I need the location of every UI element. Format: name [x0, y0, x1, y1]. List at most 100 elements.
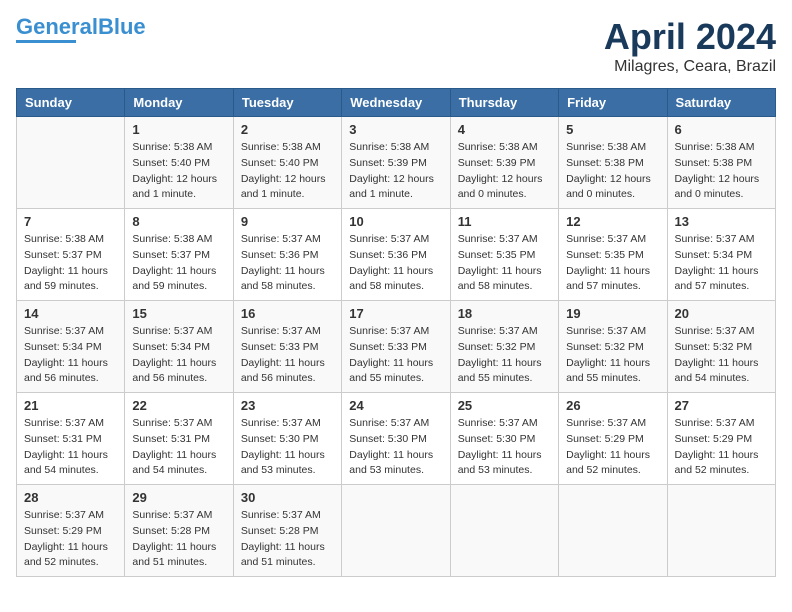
day-number: 15: [132, 306, 225, 321]
day-number: 9: [241, 214, 334, 229]
day-info: Sunrise: 5:37 AM Sunset: 5:30 PM Dayligh…: [458, 416, 551, 479]
day-info: Sunrise: 5:38 AM Sunset: 5:38 PM Dayligh…: [566, 140, 659, 203]
calendar-cell: 17Sunrise: 5:37 AM Sunset: 5:33 PM Dayli…: [342, 301, 450, 393]
day-number: 4: [458, 122, 551, 137]
day-number: 2: [241, 122, 334, 137]
calendar-cell: 16Sunrise: 5:37 AM Sunset: 5:33 PM Dayli…: [233, 301, 341, 393]
calendar-cell: 3Sunrise: 5:38 AM Sunset: 5:39 PM Daylig…: [342, 117, 450, 209]
calendar-cell: [667, 485, 775, 577]
calendar-cell: 9 Sunrise: 5:37 AM Sunset: 5:36 PM Daylig…: [233, 209, 341, 301]
day-info: Sunrise: 5:37 AM Sunset: 5:34 PM Dayligh…: [675, 232, 768, 295]
day-number: 11: [458, 214, 551, 229]
day-info: Sunrise: 5:37 AM Sunset: 5:29 PM Dayligh…: [675, 416, 768, 479]
weekday-header: Monday: [125, 89, 233, 117]
calendar-cell: 15 Sunrise: 5:37 AM Sunset: 5:34 PM Dayli…: [125, 301, 233, 393]
calendar-week-row: 28Sunrise: 5:37 AM Sunset: 5:29 PM Dayli…: [17, 485, 776, 577]
day-number: 25: [458, 398, 551, 413]
calendar-cell: 12Sunrise: 5:37 AM Sunset: 5:35 PM Dayli…: [559, 209, 667, 301]
day-info: Sunrise: 5:38 AM Sunset: 5:37 PM Dayligh…: [132, 232, 225, 295]
day-info: Sunrise: 5:38 AM Sunset: 5:40 PM Dayligh…: [132, 140, 225, 203]
title-area: April 2024 Milagres, Ceara, Brazil: [604, 16, 776, 76]
day-number: 21: [24, 398, 117, 413]
day-info: Sunrise: 5:37 AM Sunset: 5:34 PM Dayligh…: [24, 324, 117, 387]
day-info: Sunrise: 5:37 AM Sunset: 5:35 PM Dayligh…: [458, 232, 551, 295]
header: GeneralBlue April 2024 Milagres, Ceara, …: [16, 16, 776, 76]
calendar-cell: 25 Sunrise: 5:37 AM Sunset: 5:30 PM Dayli…: [450, 393, 558, 485]
weekday-header: Saturday: [667, 89, 775, 117]
day-number: 12: [566, 214, 659, 229]
location: Milagres, Ceara, Brazil: [604, 58, 776, 76]
calendar-cell: 1 Sunrise: 5:38 AM Sunset: 5:40 PM Daylig…: [125, 117, 233, 209]
day-number: 30: [241, 490, 334, 505]
calendar-cell: [342, 485, 450, 577]
calendar-cell: 24 Sunrise: 5:37 AM Sunset: 5:30 PM Dayli…: [342, 393, 450, 485]
day-info: Sunrise: 5:37 AM Sunset: 5:29 PM Dayligh…: [24, 508, 117, 571]
day-info: Sunrise: 5:37 AM Sunset: 5:36 PM Dayligh…: [349, 232, 442, 295]
calendar-cell: 20 Sunrise: 5:37 AM Sunset: 5:32 PM Dayli…: [667, 301, 775, 393]
day-info: Sunrise: 5:37 AM Sunset: 5:33 PM Dayligh…: [241, 324, 334, 387]
day-number: 24: [349, 398, 442, 413]
day-number: 23: [241, 398, 334, 413]
logo-text: GeneralBlue: [16, 16, 146, 38]
calendar-cell: 29Sunrise: 5:37 AM Sunset: 5:28 PM Dayli…: [125, 485, 233, 577]
day-number: 27: [675, 398, 768, 413]
calendar-cell: 7 Sunrise: 5:38 AM Sunset: 5:37 PM Daylig…: [17, 209, 125, 301]
day-info: Sunrise: 5:37 AM Sunset: 5:31 PM Dayligh…: [132, 416, 225, 479]
calendar-cell: 26 Sunrise: 5:37 AM Sunset: 5:29 PM Dayli…: [559, 393, 667, 485]
day-number: 1: [132, 122, 225, 137]
calendar-week-row: 14Sunrise: 5:37 AM Sunset: 5:34 PM Dayli…: [17, 301, 776, 393]
day-number: 26: [566, 398, 659, 413]
calendar-week-row: 1 Sunrise: 5:38 AM Sunset: 5:40 PM Daylig…: [17, 117, 776, 209]
day-info: Sunrise: 5:37 AM Sunset: 5:30 PM Dayligh…: [349, 416, 442, 479]
calendar-cell: 10 Sunrise: 5:37 AM Sunset: 5:36 PM Dayli…: [342, 209, 450, 301]
day-info: Sunrise: 5:37 AM Sunset: 5:29 PM Dayligh…: [566, 416, 659, 479]
logo-underline: [16, 40, 76, 43]
calendar-cell: 13 Sunrise: 5:37 AM Sunset: 5:34 PM Dayli…: [667, 209, 775, 301]
weekday-header: Sunday: [17, 89, 125, 117]
calendar-table: SundayMondayTuesdayWednesdayThursdayFrid…: [16, 88, 776, 577]
day-number: 7: [24, 214, 117, 229]
day-info: Sunrise: 5:37 AM Sunset: 5:32 PM Dayligh…: [675, 324, 768, 387]
day-number: 20: [675, 306, 768, 321]
calendar-cell: 21Sunrise: 5:37 AM Sunset: 5:31 PM Dayli…: [17, 393, 125, 485]
calendar-cell: 2Sunrise: 5:38 AM Sunset: 5:40 PM Daylig…: [233, 117, 341, 209]
day-number: 29: [132, 490, 225, 505]
calendar-cell: 8 Sunrise: 5:38 AM Sunset: 5:37 PM Daylig…: [125, 209, 233, 301]
day-info: Sunrise: 5:38 AM Sunset: 5:38 PM Dayligh…: [675, 140, 768, 203]
calendar-cell: 6 Sunrise: 5:38 AM Sunset: 5:38 PM Daylig…: [667, 117, 775, 209]
day-number: 17: [349, 306, 442, 321]
day-info: Sunrise: 5:37 AM Sunset: 5:30 PM Dayligh…: [241, 416, 334, 479]
day-number: 19: [566, 306, 659, 321]
day-number: 18: [458, 306, 551, 321]
day-info: Sunrise: 5:37 AM Sunset: 5:32 PM Dayligh…: [566, 324, 659, 387]
month-title: April 2024: [604, 16, 776, 58]
day-number: 3: [349, 122, 442, 137]
logo: GeneralBlue: [16, 16, 146, 43]
weekday-header: Friday: [559, 89, 667, 117]
calendar-cell: [17, 117, 125, 209]
weekday-header: Tuesday: [233, 89, 341, 117]
day-number: 13: [675, 214, 768, 229]
calendar-cell: 22Sunrise: 5:37 AM Sunset: 5:31 PM Dayli…: [125, 393, 233, 485]
weekday-header-row: SundayMondayTuesdayWednesdayThursdayFrid…: [17, 89, 776, 117]
weekday-header: Thursday: [450, 89, 558, 117]
day-number: 8: [132, 214, 225, 229]
day-info: Sunrise: 5:38 AM Sunset: 5:37 PM Dayligh…: [24, 232, 117, 295]
logo-blue: Blue: [98, 14, 146, 39]
day-number: 10: [349, 214, 442, 229]
calendar-cell: 23 Sunrise: 5:37 AM Sunset: 5:30 PM Dayli…: [233, 393, 341, 485]
calendar-cell: 18Sunrise: 5:37 AM Sunset: 5:32 PM Dayli…: [450, 301, 558, 393]
calendar-cell: [559, 485, 667, 577]
calendar-cell: [450, 485, 558, 577]
day-number: 6: [675, 122, 768, 137]
day-info: Sunrise: 5:37 AM Sunset: 5:28 PM Dayligh…: [241, 508, 334, 571]
day-info: Sunrise: 5:37 AM Sunset: 5:36 PM Dayligh…: [241, 232, 334, 295]
calendar-cell: 11 Sunrise: 5:37 AM Sunset: 5:35 PM Dayli…: [450, 209, 558, 301]
logo-general: General: [16, 14, 98, 39]
calendar-cell: 5Sunrise: 5:38 AM Sunset: 5:38 PM Daylig…: [559, 117, 667, 209]
day-info: Sunrise: 5:38 AM Sunset: 5:39 PM Dayligh…: [458, 140, 551, 203]
calendar-week-row: 7 Sunrise: 5:38 AM Sunset: 5:37 PM Daylig…: [17, 209, 776, 301]
day-info: Sunrise: 5:37 AM Sunset: 5:34 PM Dayligh…: [132, 324, 225, 387]
calendar-cell: 27 Sunrise: 5:37 AM Sunset: 5:29 PM Dayli…: [667, 393, 775, 485]
calendar-cell: 30 Sunrise: 5:37 AM Sunset: 5:28 PM Dayli…: [233, 485, 341, 577]
